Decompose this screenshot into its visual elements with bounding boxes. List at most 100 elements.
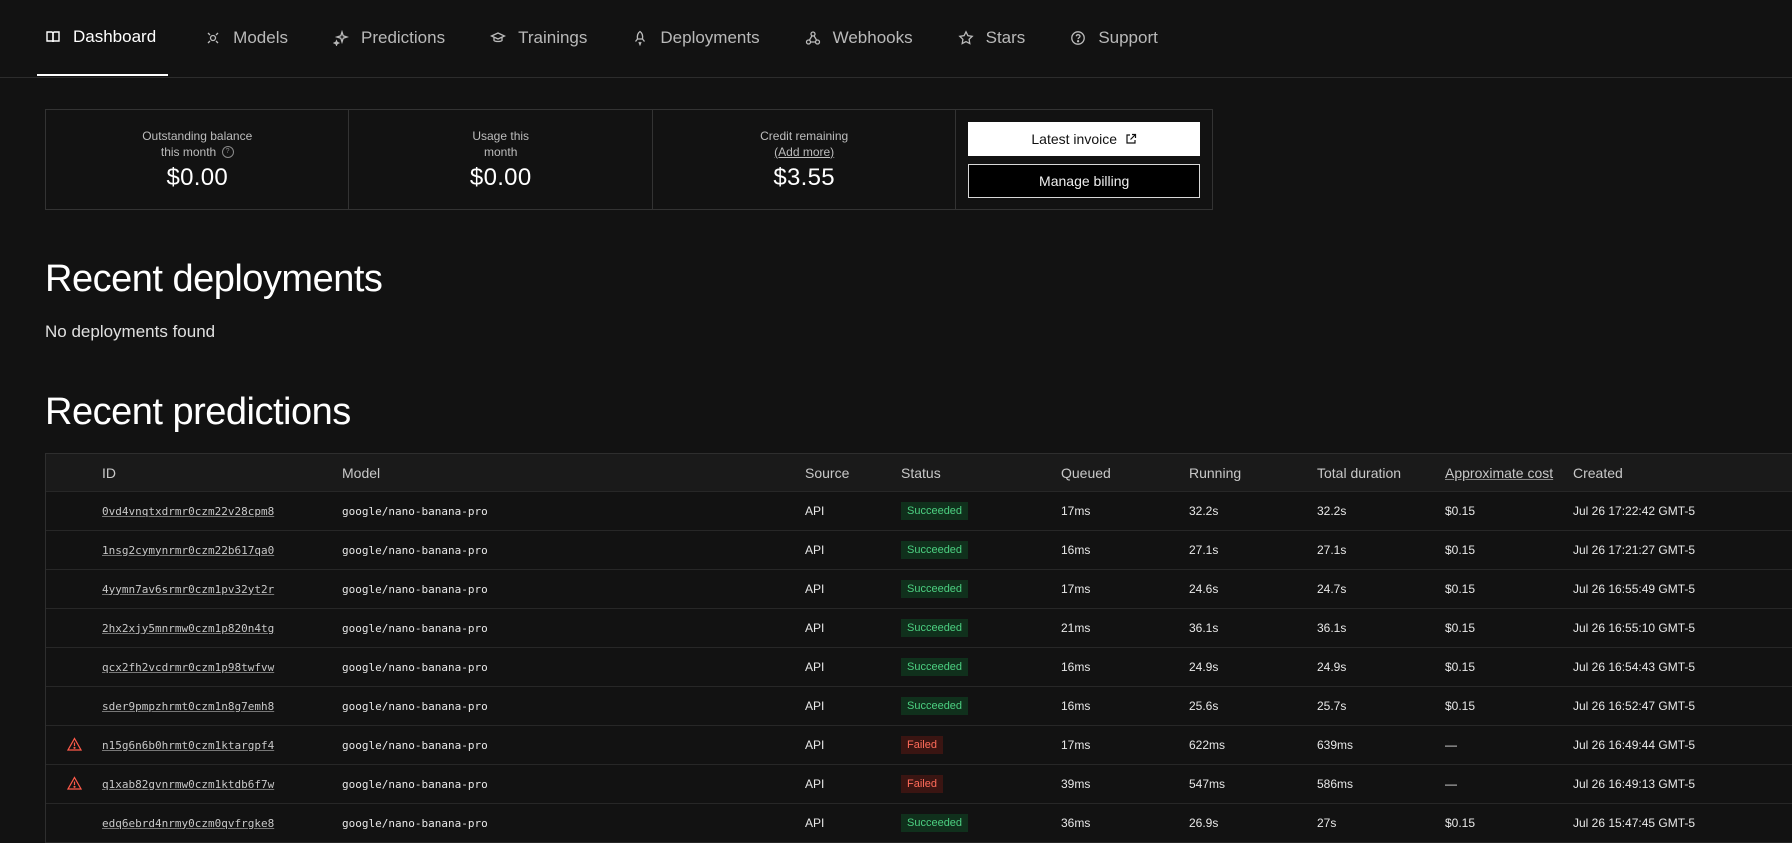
sparkle-icon [332, 30, 349, 46]
created-cell: Jul 26 16:55:10 GMT-5 [1573, 621, 1696, 635]
running-cell: 622ms [1189, 738, 1226, 752]
table-row[interactable]: sder9pmpzhrmt0czm1n8g7emh8 google/nano-ba… [46, 687, 1792, 726]
total-duration-cell: 27.1s [1317, 543, 1347, 557]
running-cell: 25.6s [1189, 699, 1219, 713]
source-cell: API [805, 543, 825, 557]
model-cell: google/nano-banana-pro [342, 738, 488, 752]
top-nav: Dashboard Models Predictions Trainings D… [0, 0, 1792, 78]
prediction-id-cell: 2hx2xjy5mnrmw0czm1p820n4tg [102, 622, 342, 635]
created-cell: Jul 26 16:49:13 GMT-5 [1573, 777, 1696, 791]
header-approximate-cost[interactable]: Approximate cost [1445, 465, 1573, 481]
recent-predictions-heading: Recent predictions [45, 391, 351, 433]
running-cell: 547ms [1189, 777, 1226, 791]
add-more-link[interactable]: (Add more) [774, 145, 834, 159]
webhook-icon [805, 30, 821, 46]
total-duration-cell: 639ms [1317, 738, 1354, 752]
table-row[interactable]: edq6ebrd4nrmy0czm0qvfrgke8 google/nano-ba… [46, 804, 1792, 843]
label-line2: this month [160, 144, 217, 159]
table-row[interactable]: 1nsg2cymynrmr0czm22b617qa0 google/nano-ba… [46, 531, 1792, 570]
latest-invoice-button[interactable]: Latest invoice [968, 121, 1200, 156]
tab-predictions[interactable]: Predictions [325, 0, 453, 76]
header-total-duration: Total duration [1317, 464, 1402, 481]
prediction-id-link[interactable]: 0vd4vnqtxdrmr0czm22v28cpm8 [102, 505, 274, 518]
prediction-id-cell: 4yymn7av6srmr0czm1pv32yt2r [102, 583, 342, 596]
cost-cell: — [1445, 777, 1457, 791]
tab-label: Webhooks [832, 28, 913, 47]
model-cell: google/nano-banana-pro [342, 582, 488, 596]
table-row[interactable]: qcx2fh2vcdrmr0czm1p98twfvw google/nano-ba… [46, 648, 1792, 687]
graduation-cap-icon [490, 30, 507, 46]
table-row[interactable]: 4yymn7av6srmr0czm1pv32yt2r google/nano-ba… [46, 570, 1792, 609]
header-status: Status [901, 464, 941, 481]
header-running: Running [1189, 464, 1242, 481]
total-duration-cell: 24.7s [1317, 582, 1347, 596]
model-cell: google/nano-banana-pro [342, 504, 488, 518]
running-cell: 24.6s [1189, 582, 1219, 596]
source-cell: API [805, 660, 825, 674]
table-body: 0vd4vnqtxdrmr0czm22v28cpm8 google/nano-ba… [46, 492, 1792, 843]
table-row[interactable]: n15g6n6b0hrmt0czm1ktargpf4 google/nano-ba… [46, 726, 1792, 765]
status-cell: Failed [901, 775, 1061, 793]
no-deployments-text: No deployments found [45, 322, 216, 341]
status-badge: Failed [901, 775, 943, 793]
status-cell: Succeeded [901, 814, 1061, 832]
source-cell: API [805, 504, 825, 518]
tab-label: Models [233, 28, 288, 47]
queued-cell: 21ms [1061, 621, 1091, 635]
status-badge: Succeeded [901, 580, 969, 598]
header-id: ID [102, 464, 116, 481]
label-line1: Outstanding balance [142, 128, 253, 143]
usage-card: Usage this month $0.00 [349, 110, 653, 209]
cost-cell: $0.15 [1445, 582, 1476, 596]
prediction-id-link[interactable]: qcx2fh2vcdrmr0czm1p98twfvw [102, 661, 274, 674]
source-cell: API [805, 699, 825, 713]
status-badge: Succeeded [901, 658, 969, 676]
queued-cell: 17ms [1061, 582, 1091, 596]
usage-value: $0.00 [469, 163, 532, 191]
model-cell: google/nano-banana-pro [342, 660, 488, 674]
queued-cell: 17ms [1061, 504, 1091, 518]
manage-billing-button[interactable]: Manage billing [968, 163, 1200, 198]
models-icon [205, 30, 221, 46]
prediction-id-cell: 0vd4vnqtxdrmr0czm22v28cpm8 [102, 505, 342, 518]
prediction-id-cell: n15g6n6b0hrmt0czm1ktargpf4 [102, 739, 342, 752]
created-cell: Jul 26 16:55:49 GMT-5 [1573, 582, 1696, 596]
prediction-id-link[interactable]: q1xab82gvnrmw0czm1ktdb6f7w [102, 778, 274, 791]
table-header: ID Model Source Status Queued Running To… [46, 454, 1792, 492]
help-icon[interactable]: ? [221, 146, 234, 159]
tab-deployments[interactable]: Deployments [624, 0, 767, 76]
prediction-id-link[interactable]: 1nsg2cymynrmr0czm22b617qa0 [102, 544, 274, 557]
tab-trainings[interactable]: Trainings [482, 0, 595, 76]
warning-icon [66, 775, 82, 793]
status-cell: Succeeded [901, 502, 1061, 520]
tab-stars[interactable]: Stars [950, 0, 1034, 76]
header-source: Source [805, 464, 850, 481]
table-row[interactable]: 2hx2xjy5mnrmw0czm1p820n4tg google/nano-ba… [46, 609, 1792, 648]
model-cell: google/nano-banana-pro [342, 621, 488, 635]
tab-label: Trainings [518, 28, 588, 47]
tab-support[interactable]: Support [1062, 0, 1166, 76]
status-cell: Failed [901, 736, 1061, 754]
table-row[interactable]: q1xab82gvnrmw0czm1ktdb6f7w google/nano-ba… [46, 765, 1792, 804]
credit-label: Credit remaining (Add more) [739, 128, 869, 160]
cost-cell: $0.15 [1445, 504, 1476, 518]
total-duration-cell: 32.2s [1317, 504, 1347, 518]
running-cell: 24.9s [1189, 660, 1219, 674]
tab-dashboard[interactable]: Dashboard [37, 0, 169, 76]
prediction-id-link[interactable]: 4yymn7av6srmr0czm1pv32yt2r [102, 583, 274, 596]
billing-actions: Latest invoice Manage billing [956, 110, 1212, 209]
prediction-id-link[interactable]: sder9pmpzhrmt0czm1n8g7emh8 [102, 700, 274, 713]
row-status-icon-cell [46, 736, 102, 754]
billing-summary: Outstanding balance this month ? $0.00 U… [45, 109, 1213, 210]
tab-label: Dashboard [73, 27, 157, 46]
table-row[interactable]: 0vd4vnqtxdrmr0czm22v28cpm8 google/nano-ba… [46, 492, 1792, 531]
created-cell: Jul 26 16:49:44 GMT-5 [1573, 738, 1696, 752]
cost-cell: $0.15 [1445, 660, 1476, 674]
total-duration-cell: 36.1s [1317, 621, 1347, 635]
prediction-id-link[interactable]: 2hx2xjy5mnrmw0czm1p820n4tg [102, 622, 274, 635]
prediction-id-link[interactable]: n15g6n6b0hrmt0czm1ktargpf4 [102, 739, 274, 752]
status-badge: Succeeded [901, 814, 969, 832]
tab-models[interactable]: Models [197, 0, 296, 76]
tab-webhooks[interactable]: Webhooks [797, 0, 921, 76]
model-cell: google/nano-banana-pro [342, 699, 488, 713]
